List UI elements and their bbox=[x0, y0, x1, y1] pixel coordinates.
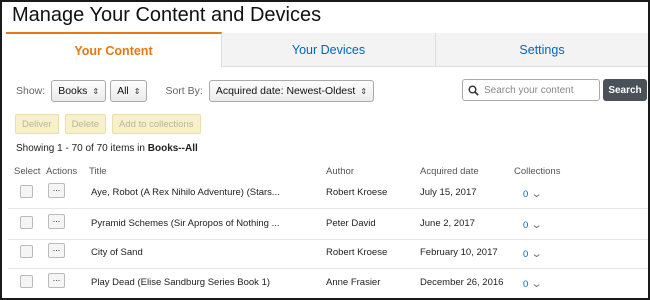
results-summary-scope: Books--All bbox=[147, 143, 198, 154]
row-title: Play Dead (Elise Sandburg Series Book 1) bbox=[91, 277, 271, 288]
results-summary-prefix: Showing 1 - 70 of 70 items in bbox=[16, 143, 148, 154]
table-row: ... Play Dead (Elise Sandburg Series Boo… bbox=[8, 268, 648, 299]
page-title: Manage Your Content and Devices bbox=[12, 4, 322, 26]
sort-label: Sort By: bbox=[165, 85, 203, 97]
row-title: Pyramid Schemes (Sir Apropos of Nothing … bbox=[91, 218, 280, 229]
row-actions-button[interactable]: ... bbox=[48, 214, 65, 229]
row-select-checkbox[interactable] bbox=[20, 245, 33, 258]
table-row: ... Pyramid Schemes (Sir Apropos of Noth… bbox=[8, 209, 648, 240]
show-subset-select[interactable]: All ⇕ bbox=[110, 80, 148, 102]
row-acquired-date: July 15, 2017 bbox=[420, 187, 477, 198]
tab-settings[interactable]: Settings bbox=[436, 33, 648, 67]
collections-count-link[interactable]: 0 bbox=[523, 279, 528, 290]
row-acquired-date: December 26, 2016 bbox=[420, 277, 504, 288]
table-row: ... Aye, Robot (A Rex Nihilo Adventure) … bbox=[8, 178, 648, 209]
chevron-down-icon[interactable]: ⌄ bbox=[531, 187, 543, 200]
collections-count-link[interactable]: 0 bbox=[523, 220, 528, 231]
header-author: Author bbox=[326, 166, 354, 177]
window-frame: Manage Your Content and Devices Your Con… bbox=[0, 0, 650, 300]
updown-caret-icon: ⇕ bbox=[360, 86, 367, 96]
show-label: Show: bbox=[16, 85, 46, 97]
delete-button[interactable]: Delete bbox=[64, 114, 107, 134]
row-acquired-date: June 2, 2017 bbox=[420, 218, 475, 229]
table-row: ... City of Sand Robert Kroese February … bbox=[8, 238, 648, 269]
tab-your-devices[interactable]: Your Devices bbox=[222, 33, 436, 67]
row-acquired-date: February 10, 2017 bbox=[420, 247, 498, 258]
row-title: Aye, Robot (A Rex Nihilo Adventure) (Sta… bbox=[91, 187, 280, 198]
row-select-checkbox[interactable] bbox=[20, 185, 33, 198]
row-collections: 0 ⌄ bbox=[523, 187, 543, 200]
search-icon bbox=[468, 85, 479, 96]
sort-select[interactable]: Acquired date: Newest-Oldest ⇕ bbox=[208, 80, 374, 102]
search-input[interactable] bbox=[479, 84, 589, 96]
collections-count-link[interactable]: 0 bbox=[523, 249, 528, 260]
sort-value: Acquired date: Newest-Oldest bbox=[215, 85, 356, 97]
row-author: Robert Kroese bbox=[326, 247, 388, 258]
show-type-select[interactable]: Books ⇕ bbox=[51, 80, 107, 102]
row-collections: 0 ⌄ bbox=[523, 218, 543, 231]
row-author: Peter David bbox=[326, 218, 376, 229]
results-summary: Showing 1 - 70 of 70 items in Books--All bbox=[16, 143, 198, 154]
show-subset-value: All bbox=[117, 85, 129, 97]
row-collections: 0 ⌄ bbox=[523, 277, 543, 290]
row-actions-button[interactable]: ... bbox=[48, 243, 65, 258]
updown-caret-icon: ⇕ bbox=[92, 86, 100, 96]
collections-count-link[interactable]: 0 bbox=[523, 189, 528, 200]
row-title: City of Sand bbox=[91, 247, 143, 258]
tab-your-content[interactable]: Your Content bbox=[6, 32, 222, 67]
tab-bar: Your Content Your Devices Settings bbox=[6, 32, 648, 67]
search-box bbox=[462, 79, 600, 101]
header-actions: Actions bbox=[46, 166, 78, 177]
chevron-down-icon[interactable]: ⌄ bbox=[531, 277, 543, 290]
row-author: Robert Kroese bbox=[326, 187, 388, 198]
row-actions-button[interactable]: ... bbox=[48, 273, 65, 288]
row-actions-button[interactable]: ... bbox=[48, 183, 65, 198]
updown-caret-icon: ⇕ bbox=[133, 86, 141, 96]
row-select-checkbox[interactable] bbox=[20, 216, 33, 229]
row-collections: 0 ⌄ bbox=[523, 247, 543, 260]
chevron-down-icon[interactable]: ⌄ bbox=[531, 247, 543, 260]
show-type-value: Books bbox=[58, 85, 88, 97]
filter-row: Show: Books ⇕ All ⇕ Sort By: Acquired da… bbox=[16, 80, 378, 102]
header-select: Select bbox=[14, 166, 41, 177]
search-button[interactable]: Search bbox=[603, 79, 647, 101]
header-acquired-date: Acquired date bbox=[420, 166, 479, 177]
header-collections: Collections bbox=[514, 166, 561, 177]
deliver-button[interactable]: Deliver bbox=[15, 114, 59, 134]
row-select-checkbox[interactable] bbox=[20, 275, 33, 288]
add-to-collections-button[interactable]: Add to collections bbox=[112, 114, 201, 134]
bulk-actions: Deliver Delete Add to collections bbox=[15, 114, 207, 134]
chevron-down-icon[interactable]: ⌄ bbox=[531, 218, 543, 231]
header-title: Title bbox=[89, 166, 107, 177]
row-author: Anne Frasier bbox=[326, 277, 381, 288]
